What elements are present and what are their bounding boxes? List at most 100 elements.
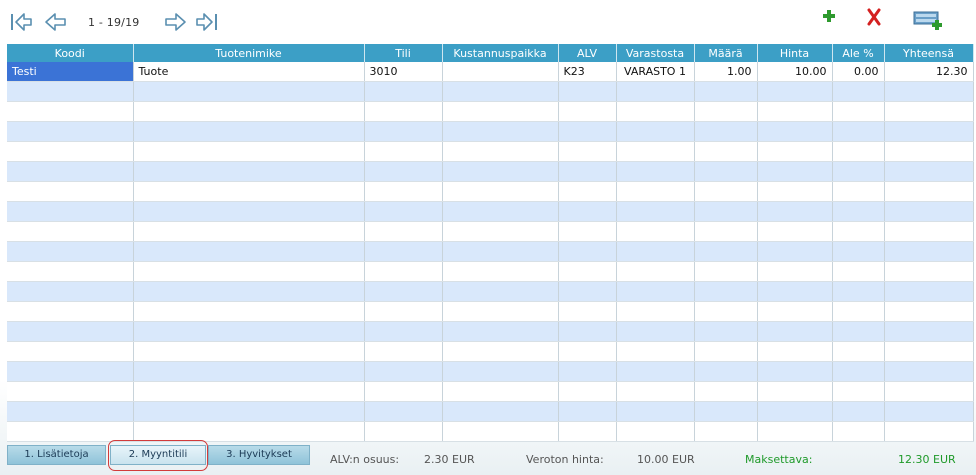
empty-cell[interactable] — [7, 341, 134, 362]
empty-cell[interactable] — [133, 301, 365, 322]
empty-cell[interactable] — [616, 321, 695, 342]
table-row[interactable] — [7, 121, 974, 142]
table-row[interactable] — [7, 201, 974, 222]
empty-cell[interactable] — [832, 261, 885, 282]
empty-cell[interactable] — [133, 161, 365, 182]
empty-cell[interactable] — [832, 141, 885, 162]
empty-cell[interactable] — [442, 141, 559, 162]
table-row[interactable] — [7, 241, 974, 262]
empty-cell[interactable] — [442, 221, 559, 242]
column-header-alv[interactable]: ALV — [558, 44, 617, 62]
empty-cell[interactable] — [616, 81, 695, 102]
empty-cell[interactable] — [558, 381, 617, 402]
cell-kustannuspaikka[interactable] — [442, 62, 559, 82]
empty-cell[interactable] — [694, 201, 758, 222]
table-row[interactable] — [7, 421, 974, 442]
add-row-table-icon[interactable] — [912, 8, 946, 30]
empty-cell[interactable] — [558, 161, 617, 182]
table-row[interactable] — [7, 301, 974, 322]
empty-cell[interactable] — [364, 361, 443, 382]
table-row[interactable] — [7, 341, 974, 362]
empty-cell[interactable] — [558, 201, 617, 222]
empty-cell[interactable] — [442, 281, 559, 302]
empty-cell[interactable] — [616, 121, 695, 142]
empty-cell[interactable] — [558, 361, 617, 382]
empty-cell[interactable] — [832, 121, 885, 142]
cell-maara[interactable]: 1.00 — [694, 62, 758, 82]
table-row[interactable] — [7, 321, 974, 342]
empty-cell[interactable] — [694, 121, 758, 142]
empty-cell[interactable] — [133, 321, 365, 342]
empty-cell[interactable] — [7, 141, 134, 162]
empty-cell[interactable] — [884, 201, 974, 222]
empty-cell[interactable] — [442, 321, 559, 342]
delete-x-icon[interactable] — [866, 8, 882, 30]
empty-cell[interactable] — [364, 261, 443, 282]
empty-cell[interactable] — [7, 281, 134, 302]
empty-cell[interactable] — [757, 261, 833, 282]
empty-cell[interactable] — [616, 361, 695, 382]
empty-cell[interactable] — [757, 381, 833, 402]
empty-cell[interactable] — [757, 281, 833, 302]
empty-cell[interactable] — [757, 361, 833, 382]
empty-cell[interactable] — [616, 301, 695, 322]
empty-cell[interactable] — [884, 81, 974, 102]
empty-cell[interactable] — [757, 161, 833, 182]
empty-cell[interactable] — [133, 401, 365, 422]
column-header-hinta[interactable]: Hinta — [757, 44, 833, 62]
empty-cell[interactable] — [133, 381, 365, 402]
empty-cell[interactable] — [616, 201, 695, 222]
empty-cell[interactable] — [694, 421, 758, 442]
empty-cell[interactable] — [133, 101, 365, 122]
empty-cell[interactable] — [884, 301, 974, 322]
empty-cell[interactable] — [442, 241, 559, 262]
empty-cell[interactable] — [694, 241, 758, 262]
empty-cell[interactable] — [442, 381, 559, 402]
column-header-koodi[interactable]: Koodi — [7, 44, 134, 62]
empty-cell[interactable] — [694, 381, 758, 402]
empty-cell[interactable] — [616, 381, 695, 402]
empty-cell[interactable] — [832, 321, 885, 342]
empty-cell[interactable] — [558, 401, 617, 422]
empty-cell[interactable] — [757, 81, 833, 102]
empty-cell[interactable] — [364, 301, 443, 322]
empty-cell[interactable] — [364, 241, 443, 262]
empty-cell[interactable] — [694, 361, 758, 382]
empty-cell[interactable] — [558, 341, 617, 362]
tab-lisatietoja[interactable]: 1. Lisätietoja — [7, 445, 106, 465]
empty-cell[interactable] — [442, 261, 559, 282]
empty-cell[interactable] — [884, 361, 974, 382]
empty-cell[interactable] — [832, 101, 885, 122]
empty-cell[interactable] — [884, 161, 974, 182]
empty-cell[interactable] — [884, 421, 974, 442]
empty-cell[interactable] — [616, 221, 695, 242]
empty-cell[interactable] — [616, 261, 695, 282]
empty-cell[interactable] — [694, 101, 758, 122]
empty-cell[interactable] — [832, 161, 885, 182]
empty-cell[interactable] — [757, 121, 833, 142]
empty-cell[interactable] — [133, 141, 365, 162]
empty-cell[interactable] — [832, 341, 885, 362]
empty-cell[interactable] — [884, 121, 974, 142]
empty-cell[interactable] — [7, 101, 134, 122]
last-page-icon[interactable] — [194, 11, 220, 33]
empty-cell[interactable] — [133, 281, 365, 302]
cell-alv[interactable]: K23 — [558, 62, 617, 82]
empty-cell[interactable] — [364, 101, 443, 122]
empty-cell[interactable] — [884, 401, 974, 422]
empty-cell[interactable] — [884, 281, 974, 302]
empty-cell[interactable] — [558, 321, 617, 342]
empty-cell[interactable] — [757, 341, 833, 362]
table-row[interactable] — [7, 221, 974, 242]
empty-cell[interactable] — [442, 81, 559, 102]
empty-cell[interactable] — [364, 401, 443, 422]
empty-cell[interactable] — [757, 301, 833, 322]
column-header-tuotenimike[interactable]: Tuotenimike — [133, 44, 365, 62]
table-row[interactable] — [7, 101, 974, 122]
column-header-varastosta[interactable]: Varastosta — [616, 44, 695, 62]
empty-cell[interactable] — [694, 181, 758, 202]
empty-cell[interactable] — [133, 181, 365, 202]
cell-koodi[interactable]: Testi — [7, 62, 134, 82]
next-arrow-icon[interactable] — [163, 11, 187, 33]
empty-cell[interactable] — [7, 221, 134, 242]
